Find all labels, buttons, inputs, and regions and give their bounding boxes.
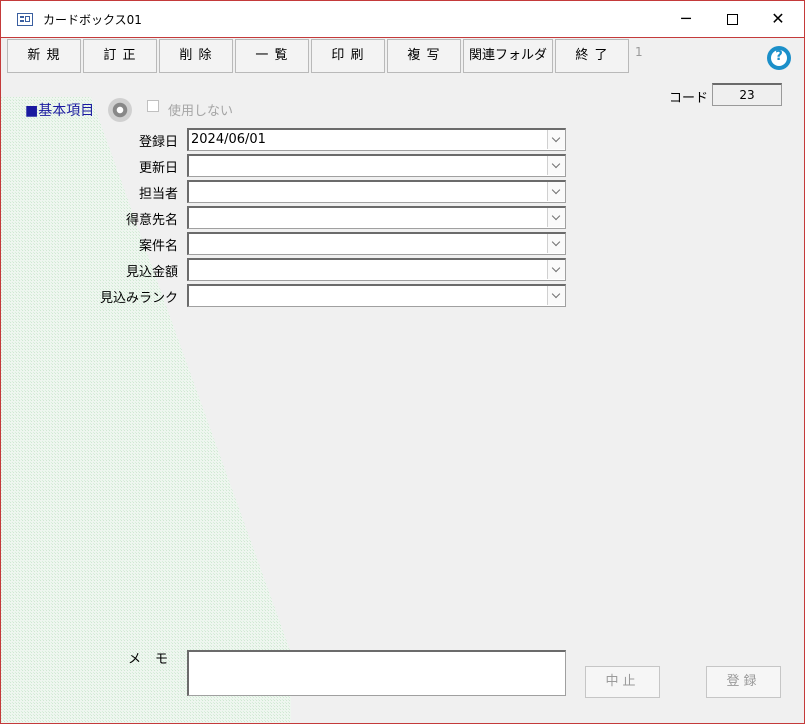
code-label: コード [669,91,709,106]
print-button[interactable]: 印 刷 [311,39,385,73]
close-button[interactable]: ✕ [755,1,801,37]
maximize-button[interactable] [709,1,755,37]
app-form-icon [17,13,33,26]
registered-date-field[interactable]: 2024/06/01 [187,128,566,151]
app-window: カードボックス01 ─ ✕ 新 規 訂 正 削 除 一 覧 印 刷 複 写 関連… [0,0,805,724]
window-title: カードボックス01 [43,13,142,27]
project-name-field[interactable] [187,232,566,255]
minimize-button[interactable]: ─ [663,1,709,37]
edit-button[interactable]: 訂 正 [83,39,157,73]
help-glyph: ? [775,49,783,64]
field-label-registered-date: 登録日 [138,135,178,150]
code-value: 23 [712,83,782,106]
chevron-down-icon[interactable] [547,286,565,305]
copy-button[interactable]: 複 写 [387,39,461,73]
cancel-button[interactable]: 中止 [585,666,660,698]
memo-label: メモ [128,652,183,667]
exit-button[interactable]: 終 了 [555,39,629,73]
field-label-estimated-amount: 見込金額 [125,265,178,280]
list-button[interactable]: 一 覧 [235,39,309,73]
gear-icon[interactable] [108,98,132,122]
chevron-down-icon[interactable] [547,130,565,149]
related-folder-button[interactable]: 関連フォルダ [463,39,553,73]
new-button[interactable]: 新 規 [7,39,81,73]
field-label-prospect-rank: 見込みランク [99,291,178,306]
chevron-down-icon[interactable] [547,260,565,279]
updated-date-field[interactable] [187,154,566,177]
record-number: 1 [635,45,643,59]
registered-date-value: 2024/06/01 [191,132,266,147]
chevron-down-icon[interactable] [547,156,565,175]
field-label-customer-name: 得意先名 [125,213,178,228]
estimated-amount-field[interactable] [187,258,566,281]
maximize-icon [726,14,738,25]
unused-checkbox[interactable] [147,100,159,112]
chevron-down-icon[interactable] [547,234,565,253]
chevron-down-icon[interactable] [547,182,565,201]
memo-field[interactable] [187,650,566,696]
person-in-charge-field[interactable] [187,180,566,203]
field-label-project-name: 案件名 [138,239,178,254]
prospect-rank-field[interactable] [187,284,566,307]
chevron-down-icon[interactable] [547,208,565,227]
customer-name-field[interactable] [187,206,566,229]
unused-label: 使用しない [168,104,234,119]
help-icon[interactable]: ? [767,46,791,70]
register-button[interactable]: 登録 [706,666,781,698]
title-divider [1,37,804,38]
field-label-updated-date: 更新日 [138,161,178,176]
delete-button[interactable]: 削 除 [159,39,233,73]
title-bar: カードボックス01 ─ ✕ [1,1,804,37]
section-title: ■基本項目 [25,103,95,119]
field-label-person-in-charge: 担当者 [138,187,178,202]
